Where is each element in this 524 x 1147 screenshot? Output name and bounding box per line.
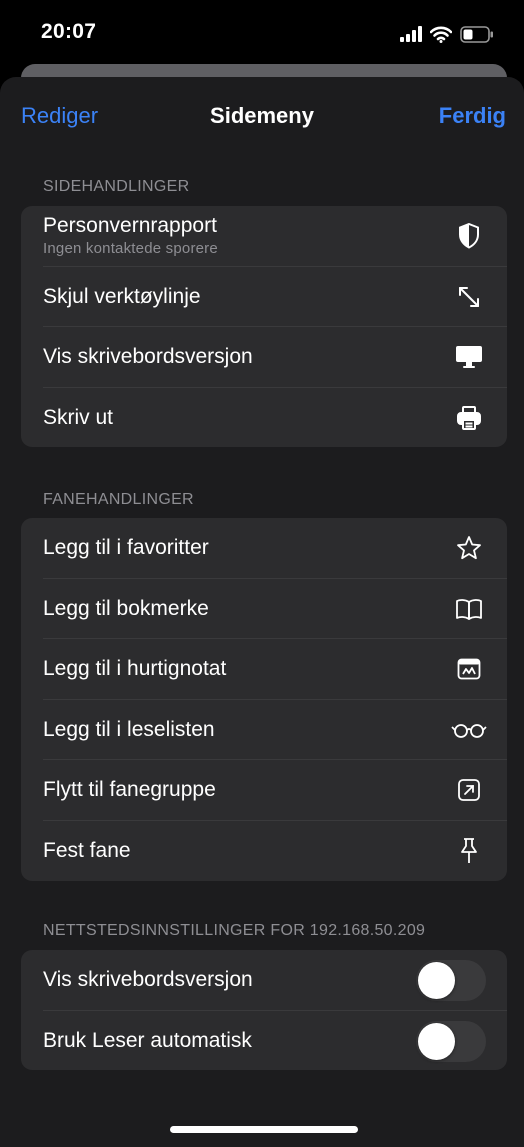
book-icon [455,595,483,623]
move-to-group-icon [455,776,483,804]
pin-icon [455,837,483,865]
row-label: Fest fane [43,838,131,862]
row-label: Vis skrivebordsversjon [43,345,253,369]
row-sublabel: Ingen kontaktede sporere [43,240,218,257]
row-label: Legg til i leselisten [43,717,215,741]
row-label: Flytt til fanegruppe [43,778,216,802]
row-label: Legg til i favoritter [43,536,209,559]
add-to-favorites-row[interactable]: Legg til i favoritter [43,518,507,579]
print-row[interactable]: Skriv ut [43,388,507,448]
nav-bar: Rediger Sidemeny Ferdig [0,77,524,155]
star-icon [455,534,483,562]
auto-reader-row: Bruk Leser automatisk [43,1011,507,1071]
desktop-version-row[interactable]: Vis skrivebordsversjon [43,327,507,388]
wifi-icon [430,26,452,43]
auto-reader-toggle[interactable] [416,1020,486,1062]
glasses-icon [451,716,487,744]
page-menu-sheet: Rediger Sidemeny Ferdig SIDEHANDLINGER P… [0,77,524,1147]
site-desktop-version-row: Vis skrivebordsversjon [43,950,507,1011]
printer-icon [455,404,483,432]
tab-actions-group: Legg til i favoritter Legg til bokmerke … [21,518,507,881]
battery-icon [460,25,493,43]
status-time: 20:07 [41,20,97,43]
row-label: Legg til i hurtignotat [43,657,227,681]
add-bookmark-row[interactable]: Legg til bokmerke [43,579,507,640]
page-actions-group: Personvernrapport Ingen kontaktede spore… [21,206,507,448]
row-label: Vis skrivebordsversjon [43,968,253,991]
done-button[interactable]: Ferdig [439,103,506,129]
hide-toolbar-row[interactable]: Skjul verktøylinje [43,267,507,328]
site-settings-group: Vis skrivebordsversjon Bruk Leser automa… [21,950,507,1071]
section-header-site-settings: NETTSTEDSINNSTILLINGER FOR 192.168.50.20… [43,922,426,939]
toggle-knob [418,1022,455,1060]
row-label: Bruk Leser automatisk [43,1028,252,1052]
row-label: Skjul verktøylinje [43,284,201,308]
cellular-signal-icon [400,26,422,42]
desktop-icon [455,343,483,371]
row-label: Personvernrapport [43,214,217,237]
section-header-tab-actions: FANEHANDLINGER [43,491,194,508]
section-header-page-actions: SIDEHANDLINGER [43,178,190,195]
add-quick-note-row[interactable]: Legg til i hurtignotat [43,639,507,700]
toggle-knob [418,962,455,999]
move-to-tab-group-row[interactable]: Flytt til fanegruppe [43,760,507,821]
desktop-version-toggle[interactable] [416,960,486,1001]
add-reading-list-row[interactable]: Legg til i leselisten [43,700,507,761]
pin-tab-row[interactable]: Fest fane [43,821,507,881]
row-label: Skriv ut [43,405,114,429]
status-bar: 20:07 [0,0,524,70]
row-label: Legg til bokmerke [43,596,209,620]
status-icons [400,23,494,45]
quick-note-icon [455,655,483,683]
arrows-expand-icon [455,283,483,311]
privacy-report-row[interactable]: Personvernrapport Ingen kontaktede spore… [43,206,507,267]
shield-icon [455,222,483,250]
home-indicator[interactable] [170,1126,358,1133]
